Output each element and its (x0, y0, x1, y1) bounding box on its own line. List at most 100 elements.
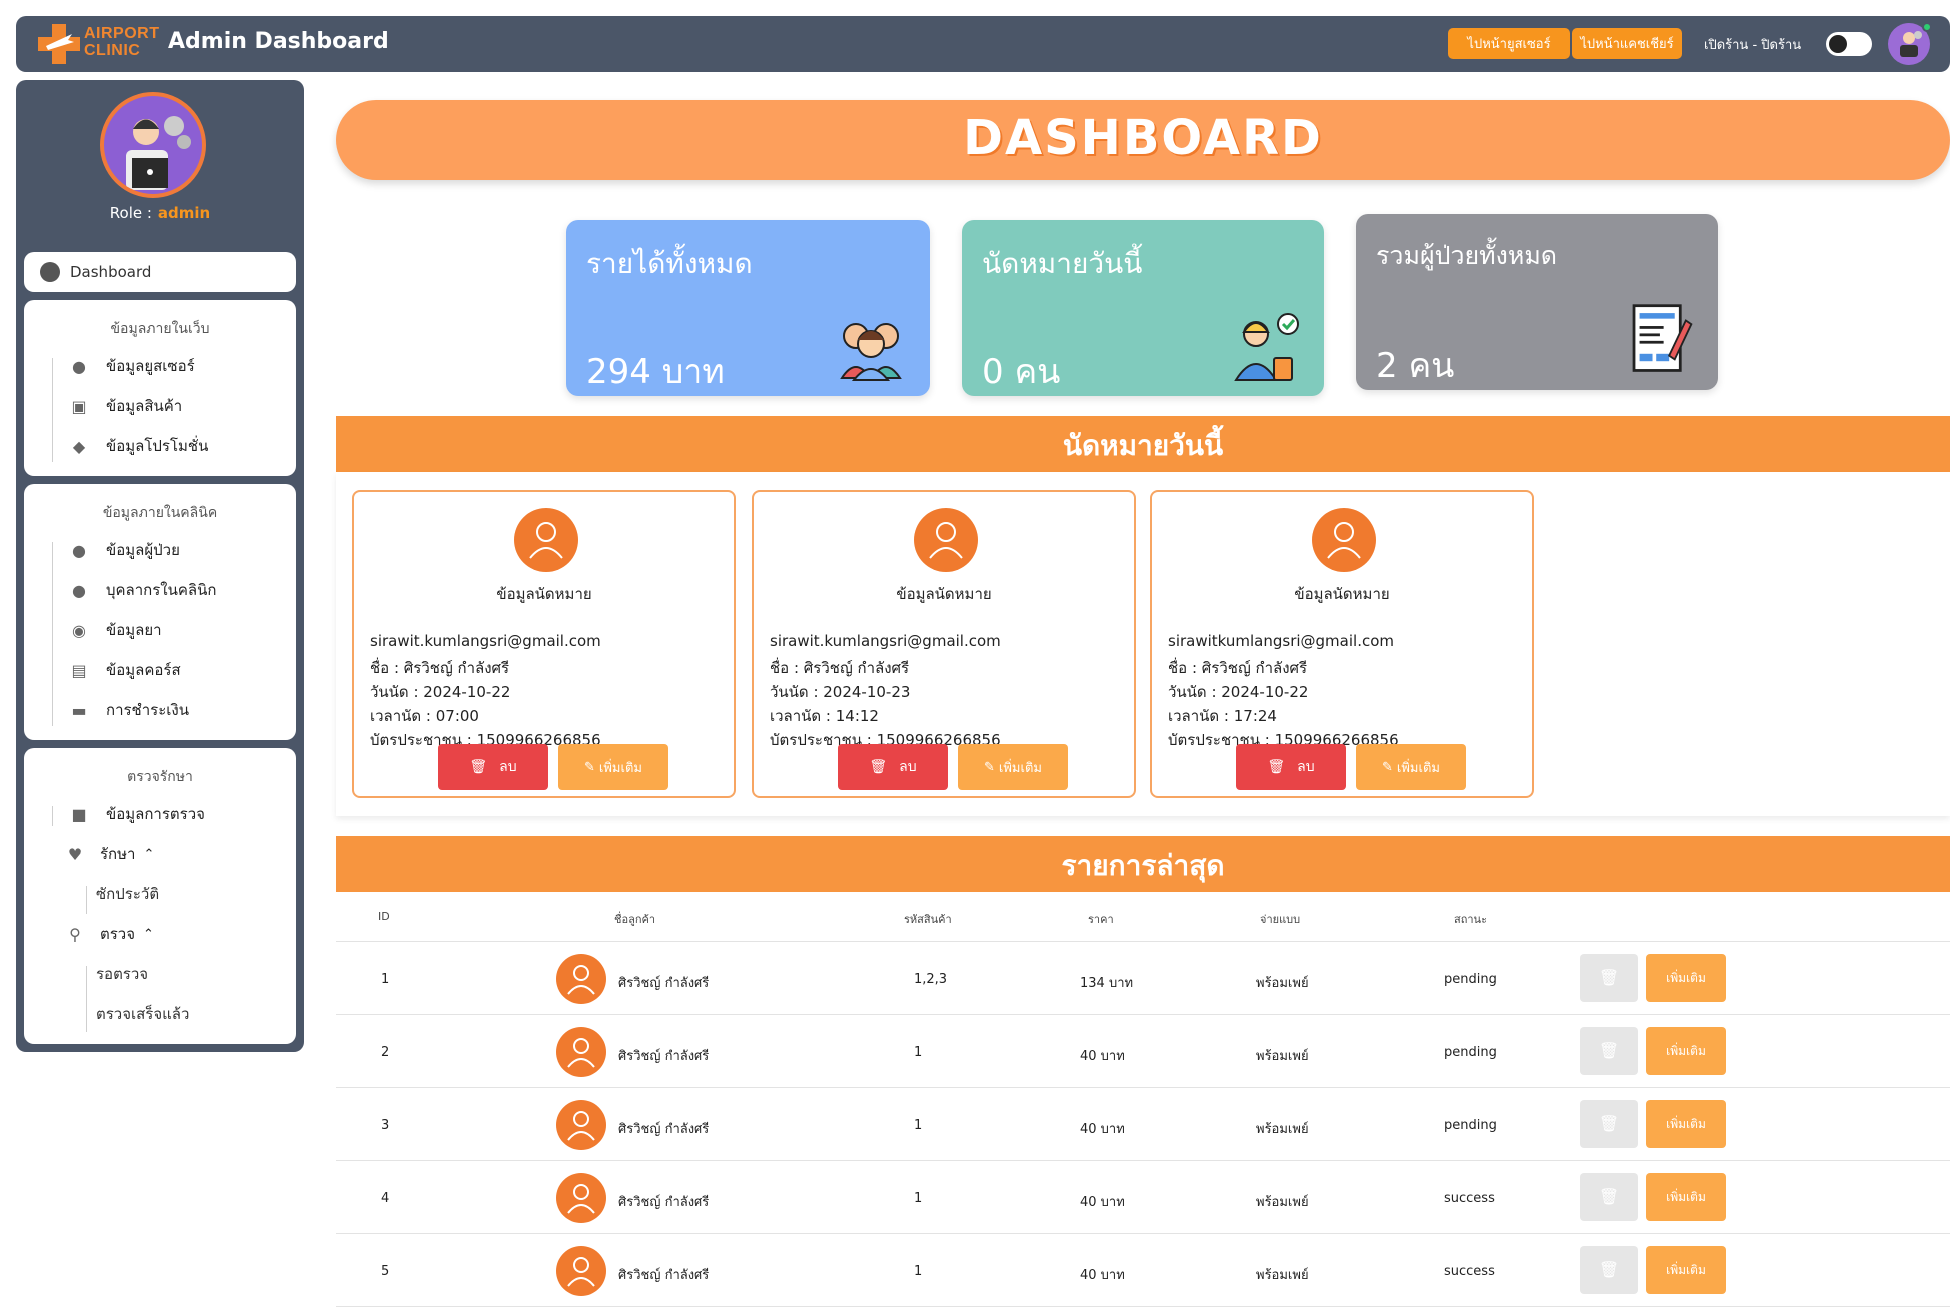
cell-customer: ศิรวิชญ์ กำลังศรี (618, 1049, 710, 1064)
column-header: ID (378, 910, 390, 923)
shop-open-toggle[interactable] (1826, 32, 1872, 56)
role-label: Role : (109, 204, 152, 222)
cell-product: 1 (914, 1118, 923, 1133)
sidebar-item-label: Dashboard (70, 263, 152, 281)
edit-icon: ✎ (1382, 759, 1393, 775)
appointment-date: วันนัด : 2024-10-23 (770, 683, 911, 701)
sidebar-item-label: ซักประวัติ (96, 885, 160, 903)
cell-pay: พร้อมเพย์ (1256, 1049, 1309, 1064)
sidebar-item-products[interactable]: ▣ ข้อมูลสินค้า (24, 386, 296, 426)
customer-avatar-icon (556, 1027, 606, 1077)
sidebar-item-label: ข้อมูลโปรโมชั่น (106, 437, 209, 455)
folder-icon: ■ (71, 804, 87, 824)
sidebar-item-staff[interactable]: ● บุคลากรในคลินิก (24, 570, 296, 610)
more-row-button[interactable]: เพิ่มเติม (1646, 1173, 1726, 1221)
cell-product: 1,2,3 (914, 972, 948, 987)
delete-appointment-button[interactable]: 🗑 ลบ (838, 744, 948, 790)
sidebar-item-promotions[interactable]: ◆ ข้อมูลโปรโมชั่น (24, 426, 296, 466)
button-label: ลบ (1297, 759, 1315, 775)
trash-icon: 🗑 (1598, 1114, 1620, 1133)
box-icon: ▣ (71, 396, 87, 416)
appointments-section-header: นัดหมายวันนี้ (336, 416, 1950, 472)
more-row-button[interactable]: เพิ่มเติม (1646, 1027, 1726, 1075)
sidebar-item-exam-data[interactable]: ■ ข้อมูลการตรวจ (24, 794, 296, 834)
customer-avatar-icon (556, 954, 606, 1004)
table-row: 1 1,2,3 134 บาท พร้อมเพย์ pending ศิรวิชญ์ กำ… (336, 942, 1950, 1015)
credit-card-icon: ▬ (71, 700, 87, 720)
cell-price: 40 บาท (1080, 1122, 1125, 1137)
button-label: เพิ่มเติม (998, 760, 1042, 776)
delete-row-button[interactable]: 🗑 (1580, 1246, 1638, 1294)
delete-row-button[interactable]: 🗑 (1580, 1100, 1638, 1148)
sidebar: Role : admin Dashboard ข้อมูลภายในเว็บ ● ข… (16, 80, 304, 1052)
sidebar-item-label: ข้อมูลการตรวจ (106, 805, 205, 823)
delete-row-button[interactable]: 🗑 (1580, 954, 1638, 1002)
sidebar-item-label: ตรวจ (100, 925, 136, 943)
search-icon: ⚲ (69, 924, 81, 944)
stat-value: 294 บาท (586, 352, 725, 392)
sidebar-item-history[interactable]: ซักประวัติ (24, 874, 296, 914)
appointment-card: ข้อมูลนัดหมาย sirawit.kumlangsri@gmail.co… (752, 490, 1136, 798)
trash-icon: 🗑 (469, 759, 488, 775)
tag-icon: ◆ (72, 436, 86, 456)
cell-pay: พร้อมเพย์ (1256, 1268, 1309, 1283)
more-row-button[interactable]: เพิ่มเติม (1646, 1246, 1726, 1294)
dashboard-banner: DASHBOARD (336, 100, 1950, 180)
heartbeat-icon: ♥ (67, 844, 83, 864)
sidebar-item-treat[interactable]: ♥ รักษา ⌃ (24, 834, 296, 874)
section-title: ข้อมูลภายในเว็บ (110, 321, 210, 337)
sidebar-item-dashboard[interactable]: Dashboard (24, 252, 296, 292)
customer-avatar-icon (556, 1246, 606, 1296)
patient-icon: ● (72, 540, 86, 560)
chevron-up-icon: ⌃ (143, 926, 154, 942)
sidebar-item-check[interactable]: ⚲ ตรวจ ⌃ (24, 914, 296, 954)
appointment-email: sirawit.kumlangsri@gmail.com (370, 632, 601, 650)
table-row: 5 1 40 บาท พร้อมเพย์ success ศิรวิชญ์ กำลังศร… (336, 1234, 1950, 1307)
table-row: 2 1 40 บาท พร้อมเพย์ pending ศิรวิชญ์ กำลังศร… (336, 1015, 1950, 1088)
more-appointment-button[interactable]: ✎ เพิ่มเติม (958, 744, 1068, 790)
delete-row-button[interactable]: 🗑 (1580, 1027, 1638, 1075)
more-appointment-button[interactable]: ✎ เพิ่มเติม (558, 744, 668, 790)
sidebar-item-patients[interactable]: ● ข้อมูลผู้ป่วย (24, 530, 296, 570)
trash-icon: 🗑 (1598, 1260, 1620, 1279)
sidebar-item-medicine[interactable]: ◉ ข้อมูลยา (24, 610, 296, 650)
logo-icon (38, 24, 80, 64)
cell-status: success (1444, 1264, 1495, 1279)
cell-status: pending (1444, 1045, 1497, 1060)
more-row-button[interactable]: เพิ่มเติม (1646, 1100, 1726, 1148)
cell-pay: พร้อมเพย์ (1256, 1195, 1309, 1210)
sidebar-item-done[interactable]: ตรวจเสร็จแล้ว (24, 994, 296, 1034)
more-appointment-button[interactable]: ✎ เพิ่มเติม (1356, 744, 1466, 790)
nav-guide-line (86, 886, 87, 914)
sidebar-item-label: ข้อมูลผู้ป่วย (106, 541, 180, 559)
delete-appointment-button[interactable]: 🗑 ลบ (438, 744, 548, 790)
people-group-icon (840, 323, 902, 381)
sidebar-item-label: การชำระเงิน (106, 701, 189, 719)
section-title: นัดหมายวันนี้ (1062, 429, 1224, 462)
sidebar-item-courses[interactable]: ▤ ข้อมูลคอร์ส (24, 650, 296, 690)
go-user-page-button[interactable]: ไปหน้ายูสเซอร์ (1448, 28, 1570, 59)
go-cashier-page-button[interactable]: ไปหน้าแคชเชียร์ (1572, 28, 1682, 59)
more-row-button[interactable]: เพิ่มเติม (1646, 954, 1726, 1002)
sidebar-item-payment[interactable]: ▬ การชำระเงิน (24, 690, 296, 730)
doctor-check-icon (1234, 313, 1299, 381)
table-header: ID ชื่อลูกค้า รหัสสินค้า ราคา จ่ายแบบ สถ… (336, 892, 1950, 942)
sidebar-treatment-section: ตรวจรักษา ■ ข้อมูลการตรวจ ♥ รักษา ⌃ ซักประว… (24, 748, 296, 1044)
pill-icon: ◉ (72, 620, 86, 640)
edit-icon: ✎ (584, 759, 595, 775)
appointment-name: ชื่อ : ศิรวิชญ์ กำลังศรี (1168, 659, 1308, 677)
sidebar-item-label: ข้อมูลสินค้า (106, 397, 183, 415)
customer-avatar-icon (556, 1173, 606, 1223)
stat-label: รายได้ทั้งหมด (586, 247, 753, 280)
sidebar-item-users[interactable]: ● ข้อมูลยูสเซอร์ (24, 346, 296, 386)
sidebar-item-waiting[interactable]: รอตรวจ (24, 954, 296, 994)
column-header: จ่ายแบบ (1260, 913, 1301, 926)
stat-card-appointments-today: นัดหมายวันนี้ 0 คน (962, 220, 1324, 396)
appointment-name: ชื่อ : ศิรวิชญ์ กำลังศรี (770, 659, 910, 677)
delete-row-button[interactable]: 🗑 (1580, 1173, 1638, 1221)
delete-appointment-button[interactable]: 🗑 ลบ (1236, 744, 1346, 790)
cell-id: 5 (381, 1264, 390, 1279)
trash-icon: 🗑 (869, 759, 888, 775)
cell-price: 40 บาท (1080, 1195, 1125, 1210)
button-label: เพิ่มเติม (598, 760, 642, 776)
